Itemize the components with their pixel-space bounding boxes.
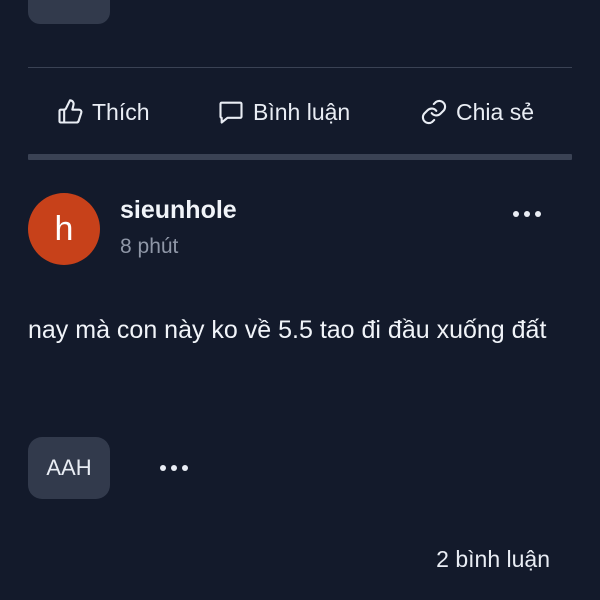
- post-timestamp: 8 phút: [120, 235, 179, 258]
- comment-button[interactable]: Bình luận: [217, 88, 350, 136]
- reaction-label: AAH: [46, 455, 92, 480]
- divider: [28, 67, 572, 68]
- more-horizontal-icon-dot: [524, 211, 530, 217]
- previous-post-reaction-chip[interactable]: [28, 0, 110, 24]
- more-horizontal-icon: [160, 465, 166, 471]
- speech-bubble-icon: [217, 98, 245, 126]
- like-button[interactable]: Thích: [56, 88, 150, 136]
- reaction-chip[interactable]: AAH: [28, 437, 110, 499]
- avatar-letter: h: [54, 210, 74, 248]
- more-horizontal-icon-dot: [171, 465, 177, 471]
- more-horizontal-icon-dot: [182, 465, 188, 471]
- post-action-bar: Thích Bình luận Chia sẻ: [28, 88, 572, 136]
- share-label: Chia sẻ: [456, 98, 534, 125]
- comment-count-link[interactable]: 2 bình luận: [436, 546, 550, 573]
- comment-label: Bình luận: [253, 98, 351, 125]
- more-horizontal-icon-dot: [535, 211, 541, 217]
- post-text: nay mà con này ko về 5.5 tao đi đầu xuốn…: [28, 316, 547, 344]
- thumbs-up-icon: [56, 98, 84, 126]
- link-icon: [420, 98, 448, 126]
- share-button[interactable]: Chia sẻ: [420, 88, 534, 136]
- post-options-button[interactable]: [505, 200, 549, 228]
- more-horizontal-icon: [513, 211, 519, 217]
- like-label: Thích: [92, 98, 150, 125]
- username[interactable]: sieunhole: [120, 196, 237, 225]
- section-divider: [28, 154, 572, 160]
- more-reactions-button[interactable]: [150, 453, 198, 483]
- avatar[interactable]: h: [28, 193, 100, 265]
